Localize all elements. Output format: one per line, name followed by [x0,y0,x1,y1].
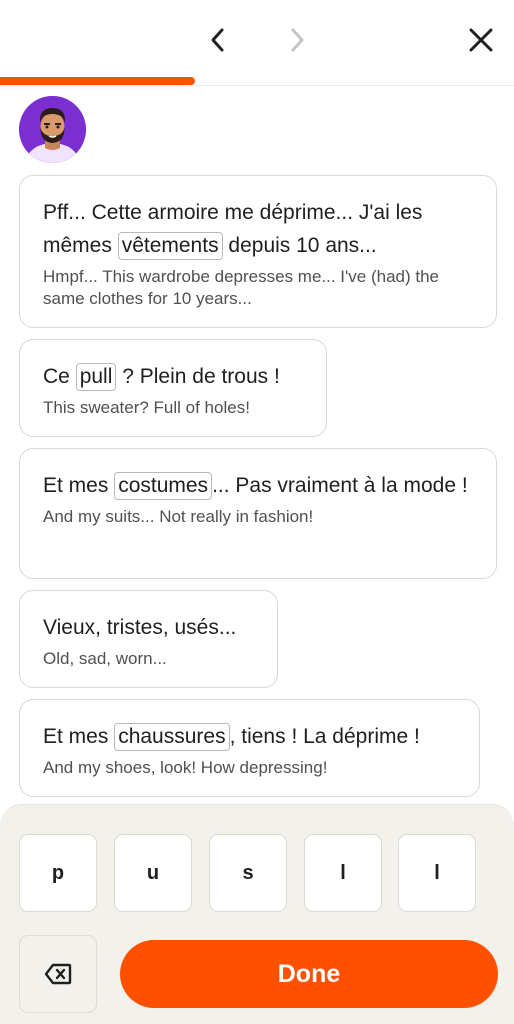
chevron-left-icon [211,28,224,52]
message-bubble: Et mes costumes... Pas vraiment à la mod… [19,448,497,579]
close-icon [469,28,493,52]
message-french: Vieux, tristes, usés... [43,616,237,639]
message-bubble: Vieux, tristes, usés... Old, sad, worn..… [19,590,278,688]
message-translation: And my shoes, look! How depressing! [43,758,328,777]
message-translation: This sweater? Full of holes! [43,398,250,417]
backspace-icon [44,963,72,985]
message-translation: Hmpf... This wardrobe depresses me... I'… [43,267,439,308]
message-translation: And my suits... Not really in fashion! [43,507,314,526]
top-bar [0,0,514,86]
message-bubble: Pff... Cette armoire me déprime... J'ai … [19,175,497,328]
backspace-button[interactable] [19,935,97,1013]
back-button[interactable] [198,20,238,60]
message-bubble: Et mes chaussures, tiens ! La déprime ! … [19,699,480,797]
letter-key[interactable]: s [209,834,287,912]
message-french: Et mes costumes... Pas vraiment à la mod… [43,469,473,502]
forward-button[interactable] [277,20,317,60]
vocab-word[interactable]: chaussures [114,723,230,751]
letter-key[interactable]: u [114,834,192,912]
avatar [19,96,86,163]
letter-key[interactable]: p [19,834,97,912]
vocab-word[interactable]: vêtements [117,232,223,260]
vocab-word[interactable]: costumes [114,472,213,500]
chevron-right-icon [291,28,304,52]
message-french: Et mes chaussures, tiens ! La déprime ! [43,720,456,753]
done-button[interactable]: Done [120,940,498,1008]
message-french: Pff... Cette armoire me déprime... J'ai … [43,196,473,262]
letter-key[interactable]: l [398,834,476,912]
letter-keyboard: p u s l l Done [0,804,514,1024]
progress-bar-fill [0,77,196,85]
close-button[interactable] [461,20,501,60]
vocab-word[interactable]: pull [75,363,117,391]
letter-key[interactable]: l [304,834,382,912]
man-avatar-icon [19,96,86,163]
progress-bar [0,77,514,85]
message-translation: Old, sad, worn... [43,649,167,668]
message-french: Ce pull ? Plein de trous ! [43,360,303,393]
message-bubble: Ce pull ? Plein de trous ! This sweater?… [19,339,327,437]
